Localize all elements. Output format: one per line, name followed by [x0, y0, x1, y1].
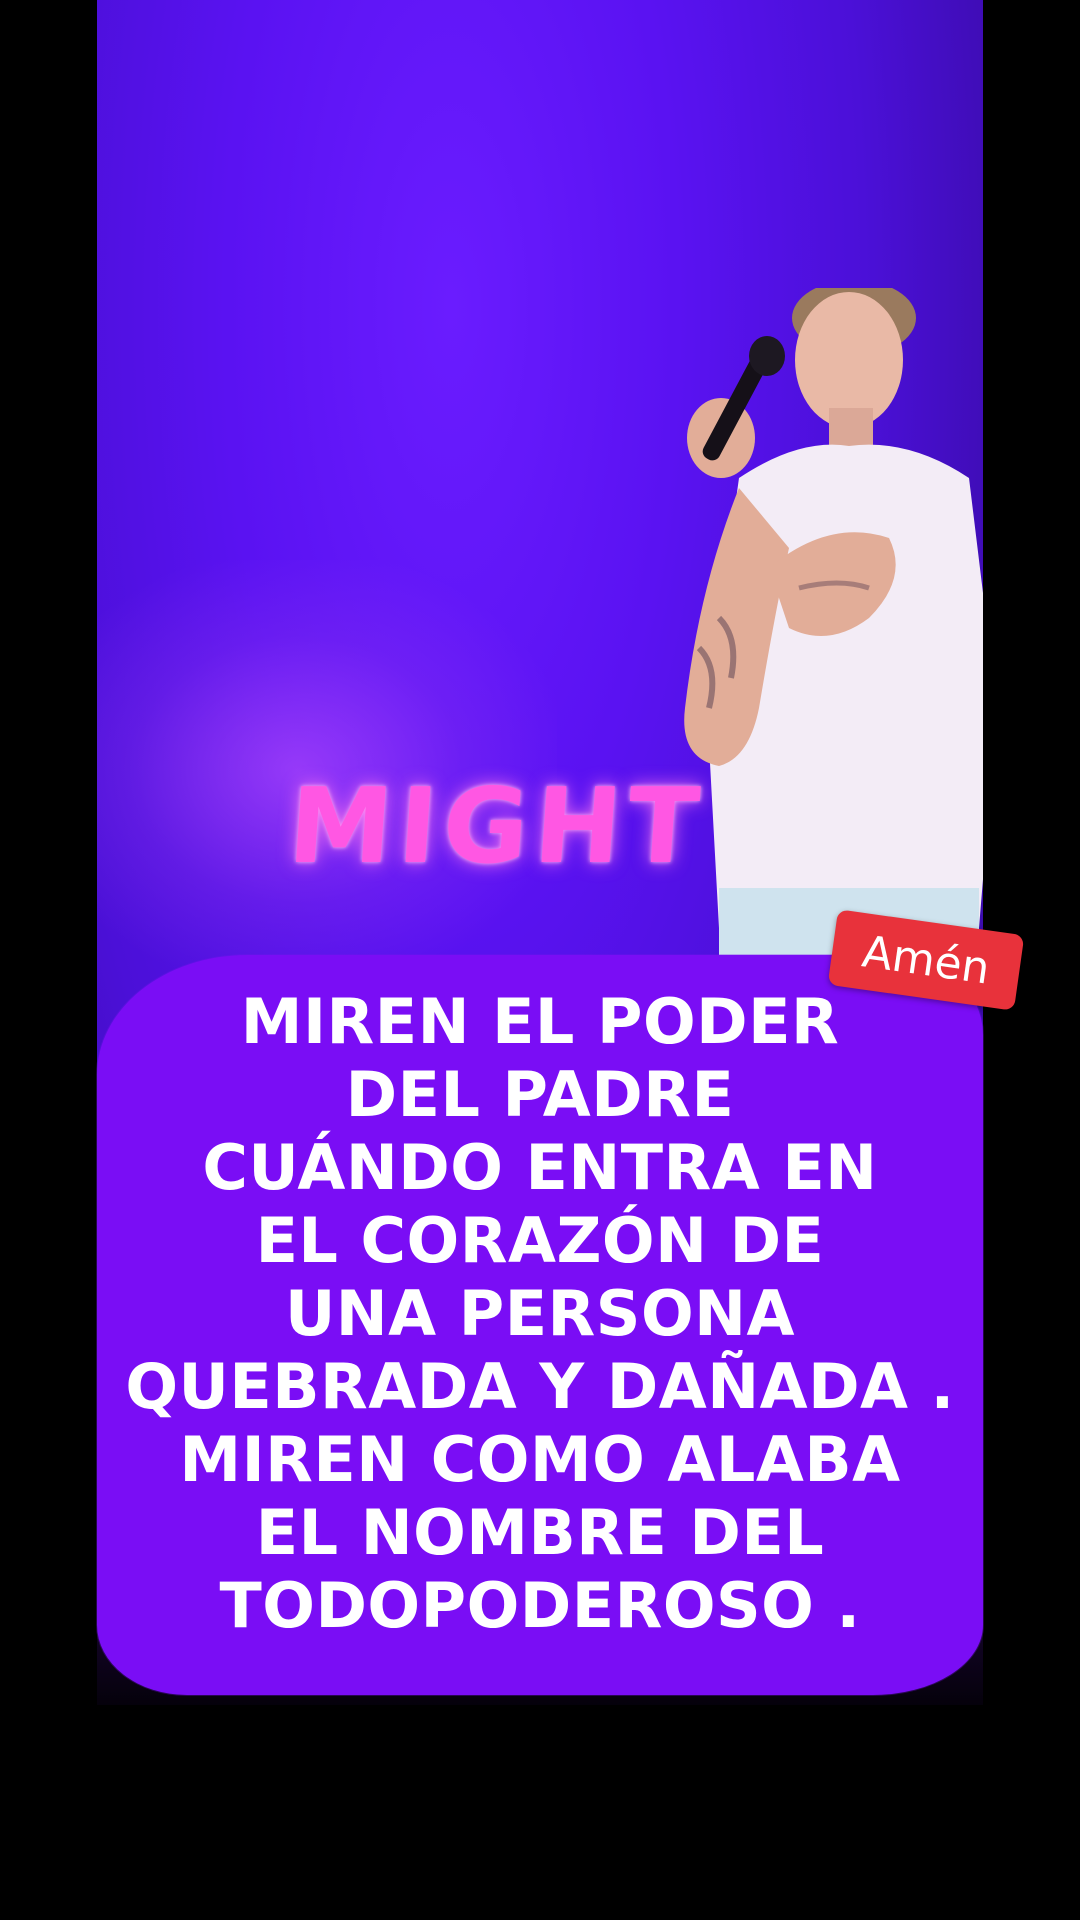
- stage-screen-text: MIGHT: [284, 765, 709, 887]
- caption-line: MIREN COMO ALABA: [179, 1423, 901, 1496]
- caption-line: EL CORAZÓN DE: [255, 1204, 825, 1277]
- performer-image: [684, 288, 983, 968]
- caption-line: EL NOMBRE DEL: [255, 1496, 825, 1569]
- caption-text: MIREN EL PODER DEL PADRE CUÁNDO ENTRA EN…: [97, 985, 983, 1642]
- caption-line: MIREN EL PODER: [240, 985, 840, 1058]
- caption-line: UNA PERSONA: [284, 1277, 796, 1350]
- caption-line: TODOPODEROSO .: [219, 1569, 861, 1642]
- caption-line: CUÁNDO ENTRA EN: [202, 1131, 878, 1204]
- caption-line: QUEBRADA Y DAÑADA .: [125, 1350, 955, 1423]
- caption-line: DEL PADRE: [345, 1058, 735, 1131]
